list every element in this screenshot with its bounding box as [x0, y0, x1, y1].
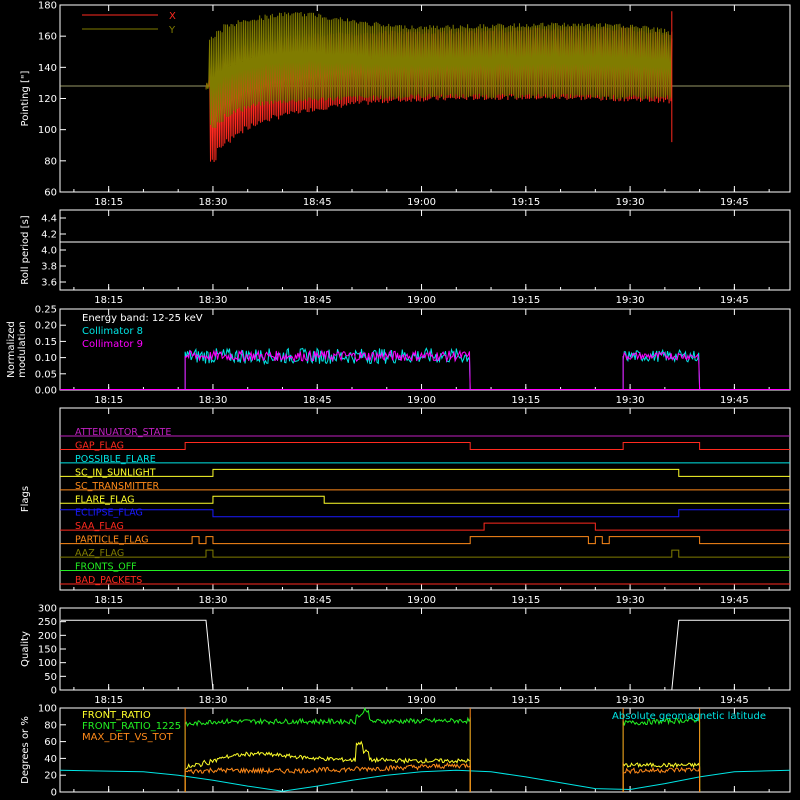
legend-label-collimator: Collimator 9 — [82, 339, 143, 350]
y-tick-label: 0.20 — [35, 321, 57, 332]
x-tick-label: 18:30 — [199, 197, 228, 208]
y-tick-label: 50 — [44, 672, 57, 683]
x-tick-label: 18:45 — [303, 197, 332, 208]
x-tick-label: 18:45 — [303, 395, 332, 406]
y-tick-label: 200 — [38, 631, 57, 642]
x-tick-label: 19:15 — [511, 197, 540, 208]
x-tick-label: 18:30 — [199, 595, 228, 606]
y-tick-label: 4.2 — [41, 230, 57, 241]
y-tick-label: 3.8 — [41, 262, 57, 273]
y-tick-label: 0.15 — [35, 337, 57, 348]
x-tick-label: 19:15 — [511, 295, 540, 306]
x-tick-label: 19:30 — [616, 295, 645, 306]
geomagnetic-latitude-annotation: Absolute geomagnetic latitude — [612, 711, 766, 722]
x-tick-label: 19:45 — [720, 595, 749, 606]
y-axis-label: Normalized — [6, 321, 17, 378]
y-axis-label: Quality — [20, 631, 31, 667]
y-tick-label: 20 — [44, 771, 57, 782]
y-axis-label: Degrees or % — [20, 716, 31, 784]
x-tick-label: 18:15 — [94, 595, 123, 606]
x-tick-label: 18:15 — [94, 695, 123, 706]
y-tick-label: 100 — [38, 704, 57, 715]
x-tick-label: 19:15 — [511, 595, 540, 606]
y-tick-label: 100 — [38, 125, 57, 136]
y-tick-label: 4.0 — [41, 246, 57, 257]
y-tick-label: 0 — [51, 788, 57, 799]
y-axis-label: Roll period [s] — [20, 215, 31, 284]
legend-label-front_ratio: FRONT_RATIO — [82, 710, 151, 721]
x-tick-label: 18:30 — [199, 295, 228, 306]
x-tick-label: 19:45 — [720, 295, 749, 306]
y-tick-label: 0.25 — [35, 305, 57, 316]
x-tick-label: 19:45 — [720, 197, 749, 208]
y-tick-label: 300 — [38, 604, 57, 615]
y-tick-label: 0.00 — [35, 386, 57, 397]
x-tick-label: 19:15 — [511, 695, 540, 706]
y-axis-label: Pointing ["] — [20, 70, 31, 126]
y-tick-label: 160 — [38, 32, 57, 43]
x-tick-label: 18:45 — [303, 695, 332, 706]
x-tick-label: 19:30 — [616, 395, 645, 406]
y-tick-label: 40 — [44, 754, 57, 765]
x-tick-label: 18:45 — [303, 595, 332, 606]
y-tick-label: 150 — [38, 645, 57, 656]
legend-label-Y: Y — [168, 25, 176, 36]
x-tick-label: 19:45 — [720, 695, 749, 706]
x-tick-label: 19:30 — [616, 197, 645, 208]
y-tick-label: 0.05 — [35, 369, 57, 380]
y-tick-label: 0.10 — [35, 353, 57, 364]
x-tick-label: 19:45 — [720, 395, 749, 406]
x-tick-label: 18:15 — [94, 197, 123, 208]
legend-label-max_det_vs_tot: MAX_DET_VS_TOT — [82, 732, 174, 743]
x-tick-label: 18:45 — [303, 295, 332, 306]
y-tick-label: 60 — [44, 737, 57, 748]
y-tick-label: 80 — [44, 720, 57, 731]
x-tick-label: 19:00 — [407, 395, 436, 406]
x-tick-label: 18:15 — [94, 395, 123, 406]
y-tick-label: 4.4 — [41, 214, 57, 225]
y-tick-label: 80 — [44, 156, 57, 167]
y-tick-label: 100 — [38, 658, 57, 669]
y-tick-label: 250 — [38, 617, 57, 628]
x-tick-label: 19:15 — [511, 395, 540, 406]
x-tick-label: 18:15 — [94, 295, 123, 306]
x-tick-label: 19:00 — [407, 695, 436, 706]
y-axis-label: Flags — [20, 486, 31, 512]
y-tick-label: 60 — [44, 188, 57, 199]
x-tick-label: 19:30 — [616, 595, 645, 606]
legend-label-X: X — [169, 11, 176, 22]
x-tick-label: 18:30 — [199, 695, 228, 706]
y-axis-label: modulation — [17, 321, 28, 378]
x-tick-label: 19:00 — [407, 197, 436, 208]
x-tick-label: 18:30 — [199, 395, 228, 406]
y-tick-label: 3.6 — [41, 278, 57, 289]
y-tick-label: 120 — [38, 94, 57, 105]
legend-label-front_ratio_1225: FRONT_RATIO_1225 — [82, 721, 181, 732]
x-tick-label: 19:00 — [407, 295, 436, 306]
legend-label-collimator: Collimator 8 — [82, 326, 143, 337]
telemetry-figure: 18:15 18:30 18:45 19:00 19:15 19:30 19:45 60 80 1… — [0, 0, 800, 800]
y-tick-label: 180 — [38, 1, 57, 12]
y-tick-label: 140 — [38, 63, 57, 74]
energy-band-annotation: Energy band: 12-25 keV — [82, 313, 203, 324]
y-tick-label: 0 — [51, 686, 57, 697]
x-tick-label: 19:00 — [407, 595, 436, 606]
x-tick-label: 19:30 — [616, 695, 645, 706]
